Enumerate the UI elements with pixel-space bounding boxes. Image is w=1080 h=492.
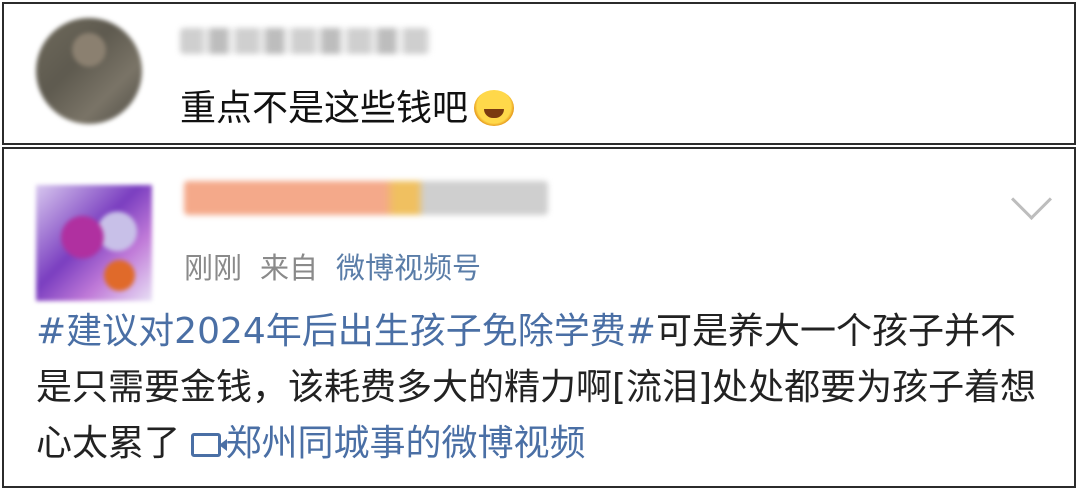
chevron-down-icon[interactable] bbox=[1010, 178, 1053, 221]
from-label: 来自 bbox=[260, 251, 319, 285]
video-link-label: 郑州同城事的微博视频 bbox=[225, 423, 586, 464]
post-meta: 刚刚 来自 微博视频号 bbox=[184, 245, 481, 287]
reply-username-blurred[interactable] bbox=[180, 28, 430, 54]
post-time: 刚刚 bbox=[184, 251, 243, 285]
reply-text: 重点不是这些钱吧 bbox=[180, 88, 469, 129]
laughing-tears-emoji-icon bbox=[474, 90, 515, 126]
post-body: #建议对2024年后出生孩子免除学费#可是养大一个孩子并不是只需要金钱，该耗费多… bbox=[36, 304, 1046, 472]
reply-comment-text: 重点不是这些钱吧 bbox=[180, 79, 515, 131]
reply-user-avatar[interactable] bbox=[36, 18, 142, 124]
weibo-post-card: 刚刚 来自 微博视频号 #建议对2024年后出生孩子免除学费#可是养大一个孩子并不是… bbox=[2, 147, 1076, 488]
video-link[interactable]: 郑州同城事的微博视频 bbox=[191, 423, 585, 464]
post-username-blurred[interactable] bbox=[184, 181, 548, 215]
source-link[interactable]: 微博视频号 bbox=[336, 251, 481, 285]
hashtag-link[interactable]: #建议对2024年后出生孩子免除学费# bbox=[36, 311, 656, 352]
post-user-avatar[interactable] bbox=[36, 185, 152, 301]
video-icon bbox=[191, 433, 228, 457]
reply-comment-card: 重点不是这些钱吧 bbox=[2, 2, 1076, 145]
